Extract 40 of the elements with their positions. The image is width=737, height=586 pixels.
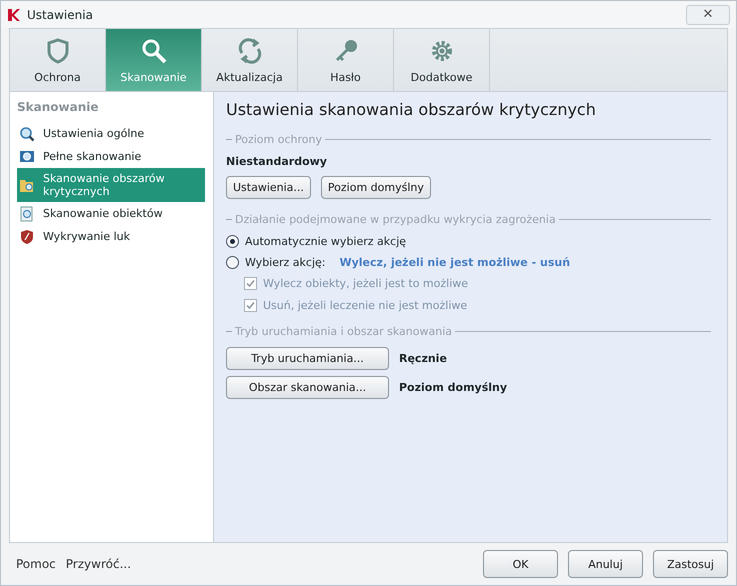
sidebar-item[interactable]: Wykrywanie luk bbox=[17, 225, 205, 248]
monitor-icon bbox=[19, 148, 35, 164]
radio-label: Wybierz akcję: bbox=[245, 256, 326, 269]
tab[interactable]: Dodatkowe bbox=[394, 29, 490, 91]
settings-button[interactable]: Ustawienia... bbox=[226, 176, 311, 199]
folder-icon bbox=[19, 177, 35, 193]
radio-button[interactable] bbox=[226, 235, 239, 248]
search-icon bbox=[19, 126, 35, 142]
dialog-button[interactable]: OK bbox=[483, 550, 558, 578]
settings-button[interactable]: Obszar skanowania... bbox=[226, 376, 389, 399]
sidebar-item[interactable]: Pełne skanowanie bbox=[17, 145, 205, 168]
group-label: Tryb uruchamiania i obszar skanowania bbox=[235, 325, 452, 338]
tab[interactable]: Aktualizacja bbox=[202, 29, 298, 91]
radio-label: Automatycznie wybierz akcję bbox=[245, 235, 406, 248]
checkbox-label: Usuń, jeżeli leczenie nie jest możliwe bbox=[263, 299, 468, 312]
tab[interactable]: Hasło bbox=[298, 29, 394, 91]
sidebar-item[interactable]: Ustawienia ogólne bbox=[17, 122, 205, 145]
page-title: Ustawienia skanowania obszarów krytycznych bbox=[226, 100, 597, 119]
footer-link[interactable]: Przywróć... bbox=[66, 557, 132, 571]
protection-level: Niestandardowy bbox=[226, 155, 328, 168]
footer-link[interactable]: Pomoc bbox=[16, 557, 56, 571]
settings-button[interactable]: Poziom domyślny bbox=[320, 176, 431, 199]
close-button[interactable]: ✕ bbox=[686, 4, 730, 24]
group-label: Działanie podejmowane w przypadku wykrycia zagrożenia bbox=[235, 213, 556, 226]
sidebar-item[interactable]: Skanowanie obszarów krytycznych bbox=[17, 168, 205, 202]
group-label: Poziom ochrony bbox=[235, 133, 322, 146]
settings-button[interactable]: Tryb uruchamiania... bbox=[226, 347, 389, 370]
radio-button[interactable] bbox=[226, 256, 239, 269]
setting-value: Ręcznie bbox=[399, 352, 447, 365]
dialog-button[interactable]: Anuluj bbox=[568, 550, 643, 578]
setting-value: Poziom domyślny bbox=[399, 381, 508, 394]
window-title: Ustawienia bbox=[27, 8, 93, 22]
document-icon bbox=[19, 206, 35, 222]
sidebar-heading: Skanowanie bbox=[17, 99, 100, 116]
app-logo-icon bbox=[7, 8, 21, 22]
sidebar-item[interactable]: Skanowanie obiektów bbox=[17, 202, 205, 225]
shield-icon bbox=[19, 228, 35, 244]
search-icon bbox=[140, 36, 168, 64]
dialog-button[interactable]: Zastosuj bbox=[653, 550, 728, 578]
checkbox-label: Wylecz obiekty, jeżeli jest to możliwe bbox=[263, 277, 468, 290]
